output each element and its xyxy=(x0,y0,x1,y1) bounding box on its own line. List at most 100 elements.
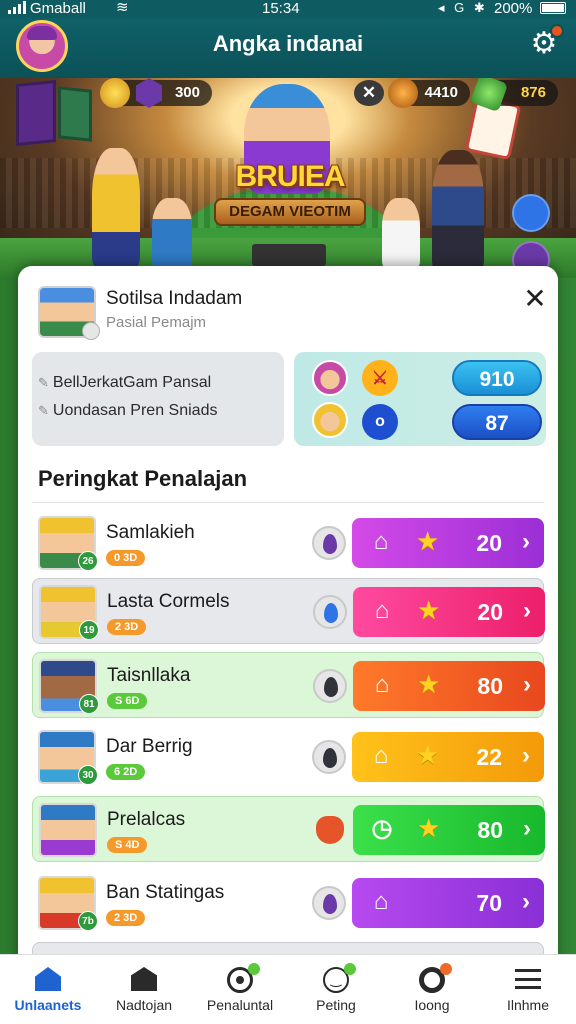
barn-icon xyxy=(131,967,157,991)
info-card: ✎ BellJerkatGam Pansal ✎ Uondasan Pren Sni… xyxy=(32,352,284,446)
info-text: BellJerkatGam Pansal xyxy=(52,374,212,391)
score-value: 22 xyxy=(476,744,502,770)
player-character xyxy=(92,148,140,268)
rank-badge: S 4D xyxy=(107,837,148,853)
chevron-right-icon: › xyxy=(523,815,531,842)
player-avatar xyxy=(38,286,100,340)
level-badge: 81 xyxy=(79,694,99,714)
flag-banner xyxy=(16,79,56,147)
close-icon[interactable]: ✕ xyxy=(520,284,550,314)
star-icon: ★ xyxy=(417,813,441,843)
trophy-icon: ⌂ xyxy=(374,597,390,624)
level-badge: 26 xyxy=(78,551,98,571)
notification-dot xyxy=(248,963,260,975)
player-avatar: 26 xyxy=(38,516,98,571)
chevron-right-icon: › xyxy=(522,888,530,915)
wifi-icon: ≋ xyxy=(116,0,129,16)
score-value: 70 xyxy=(476,890,502,916)
home-icon xyxy=(35,967,61,991)
stat-pill[interactable]: 910 xyxy=(452,360,542,396)
leaderboard-row[interactable]: 30 Dar Berrig 6 2D ⌂ ★ 22 › xyxy=(32,724,544,790)
gear-icon[interactable]: ⚙ xyxy=(528,24,564,60)
status-bar: Gmaball ≋ 15:34 ◂ G ✱ 200% xyxy=(0,0,576,18)
stats-card: ⚔ o 910 87 xyxy=(294,352,546,446)
star-icon: ★ xyxy=(417,595,441,625)
nav-item-barn[interactable]: Nadtojan xyxy=(96,955,192,1024)
score-button[interactable]: ⌂ ★ 20 › xyxy=(352,518,544,568)
pencil-icon: ✎ xyxy=(38,375,49,390)
score-value: 80 xyxy=(477,817,503,843)
gem-counter[interactable]: 876 xyxy=(469,78,558,113)
player-name: Samlakieh xyxy=(106,522,195,543)
side-button[interactable] xyxy=(512,194,550,232)
leaderboard-row[interactable]: 7b Ban Statingas 2 3D ⌂ 70 › xyxy=(32,870,544,936)
info-line: ✎ Uondasan Pren Sniads xyxy=(38,402,217,420)
level-badge: 19 xyxy=(79,620,99,640)
nav-label: Ioong xyxy=(414,997,450,1013)
x-icon[interactable]: ✕ xyxy=(354,80,384,106)
score-button[interactable]: ⌂ ★ 22 › xyxy=(352,732,544,782)
player-avatar: 30 xyxy=(38,730,98,785)
nav-label: Penaluntal xyxy=(206,997,274,1013)
nav-item-ring[interactable]: Ioong xyxy=(384,955,480,1024)
carrier-name: Gmaball xyxy=(30,0,86,17)
signal-icon xyxy=(8,1,26,14)
rank-badge: S 6D xyxy=(107,693,148,709)
leaderboard-row[interactable]: 81 Taisnllaka S 6D ⌂ ★ 80 › xyxy=(32,652,545,718)
coin-counter[interactable]: 300 xyxy=(100,78,212,108)
nav-label: Peting xyxy=(316,997,356,1013)
chevron-right-icon: › xyxy=(523,597,531,624)
trophy-icon: ⌂ xyxy=(373,742,389,769)
chevron-right-icon: › xyxy=(523,671,531,698)
player-avatar xyxy=(39,803,97,857)
nav-label: Unlaanets xyxy=(14,997,82,1013)
target-icon: o xyxy=(362,404,398,440)
nav-item-smile[interactable]: ‿ Peting xyxy=(288,955,384,1024)
panel-title: Sotilsa Indadam xyxy=(106,288,243,309)
star-icon: ★ xyxy=(417,669,441,699)
player-panel: Sotilsa Indadam Pasial Pemajm ✕ ✎ BellJer… xyxy=(18,266,558,966)
leaderboard-row[interactable]: 26 Samlakieh 0 3D ⌂ ★ 20 › xyxy=(32,510,544,576)
info-text: Uondasan Pren Sniads xyxy=(52,402,218,419)
score-button[interactable]: ⌂ ★ 80 › xyxy=(353,661,545,711)
divider xyxy=(32,502,544,503)
score-value: 80 xyxy=(477,673,503,699)
gem-icon xyxy=(312,886,346,920)
coin-counter[interactable]: 4410 xyxy=(388,78,470,108)
score-value: 20 xyxy=(477,599,503,625)
gem-icon xyxy=(312,526,346,560)
panel-header: Sotilsa Indadam Pasial Pemajm ✕ xyxy=(18,266,558,346)
status-indicators: ◂ G ✱ xyxy=(438,0,488,15)
flag-banner xyxy=(58,86,92,142)
nav-item-menu[interactable]: Ilnhme xyxy=(480,955,576,1024)
stat-pill[interactable]: 87 xyxy=(452,404,542,440)
section-title: Peringkat Penalajan xyxy=(38,466,248,491)
coach-character xyxy=(432,150,484,272)
rank-badge: 6 2D xyxy=(106,764,146,780)
nav-item-home[interactable]: Unlaanets xyxy=(0,955,96,1024)
rank-badge: 2 3D xyxy=(106,910,146,926)
score-button[interactable]: ⌂ ★ 20 › xyxy=(353,587,545,637)
menu-icon xyxy=(515,969,541,989)
notification-dot xyxy=(440,963,452,975)
coin-value: 300 xyxy=(174,84,200,101)
page-title: Angka indanai xyxy=(212,31,364,56)
player-name: Taisnllaka xyxy=(107,665,191,686)
score-button[interactable]: ⌂ 70 › xyxy=(352,878,544,928)
level-badge: 30 xyxy=(78,765,98,785)
rank-badge: 0 3D xyxy=(106,550,146,566)
nav-item-disk[interactable]: Penaluntal xyxy=(192,955,288,1024)
leaderboard-row[interactable]: 19 Lasta Cormels 2 3D ⌂ ★ 20 › xyxy=(32,578,545,644)
level-badge: 7b xyxy=(78,911,98,931)
trophy-icon: ⌂ xyxy=(373,888,389,915)
score-button[interactable]: ◷ ★ 80 › xyxy=(353,805,545,855)
rank-badge: 2 3D xyxy=(107,619,147,635)
trophy-icon: ⌂ xyxy=(373,528,389,555)
gem-icon xyxy=(313,595,347,629)
leaderboard-row[interactable]: Prelalcas S 4D ◷ ★ 80 › xyxy=(32,796,545,862)
friend-avatar xyxy=(312,360,348,396)
game-banner[interactable]: 300 ✕ 4410 876 BRUIEA MELAIIA DEGAM VIEO… xyxy=(0,78,576,278)
trophy-icon: ⌂ xyxy=(374,671,390,698)
coin-value: 4410 xyxy=(424,84,458,101)
pedestal xyxy=(252,244,326,266)
